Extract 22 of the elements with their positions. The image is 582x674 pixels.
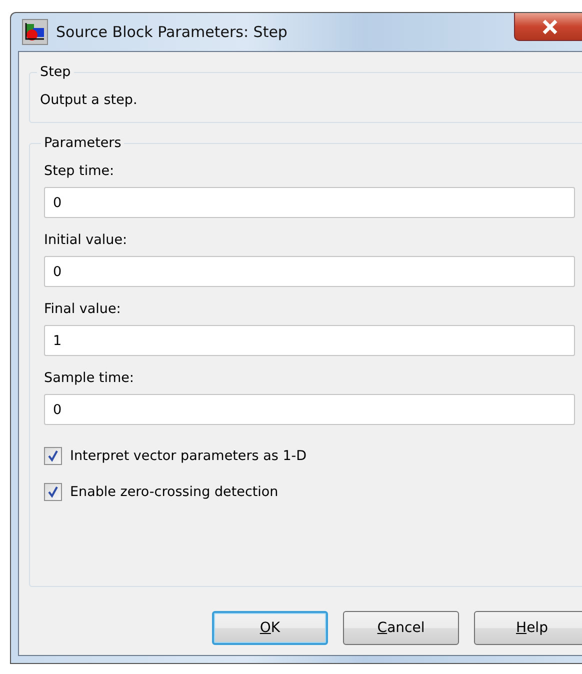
input-field[interactable]: 1: [44, 325, 575, 356]
field-label: Final value:: [44, 301, 122, 317]
dialog-button[interactable]: Help: [474, 611, 582, 645]
field-label: Initial value:: [44, 232, 128, 248]
checkbox-label: Interpret vector parameters as 1-D: [70, 448, 307, 464]
input-field[interactable]: 0: [44, 256, 575, 287]
checkbox[interactable]: [44, 483, 62, 501]
field-label: Step time:: [44, 163, 116, 179]
dialog-button[interactable]: OK: [212, 611, 328, 645]
input-field[interactable]: 0: [44, 394, 575, 425]
group-title: Parameters: [43, 135, 122, 151]
field-label: Sample time:: [44, 370, 135, 386]
window-title: Source Block Parameters: Step: [56, 23, 288, 41]
checkbox-label: Enable zero-crossing detection: [70, 484, 278, 500]
checkbox[interactable]: [44, 447, 62, 465]
close-button[interactable]: [514, 13, 582, 41]
input-field[interactable]: 0: [44, 187, 575, 218]
dialog-button[interactable]: Cancel: [343, 611, 459, 645]
description-text: Output a step.: [40, 92, 138, 108]
group-title: Step: [39, 64, 72, 80]
block-icon: [22, 19, 48, 45]
close-icon: [540, 18, 560, 34]
